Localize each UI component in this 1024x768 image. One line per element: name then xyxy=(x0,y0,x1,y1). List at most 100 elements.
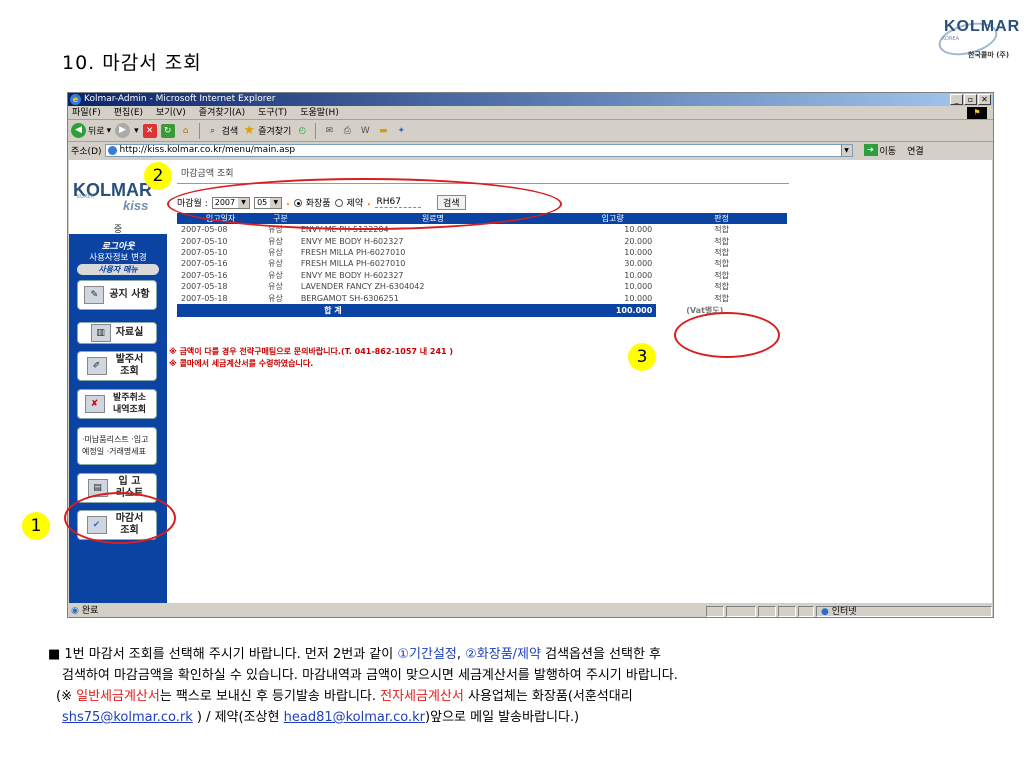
go-button[interactable]: ➔ 이동 xyxy=(863,144,896,157)
menu-favorites[interactable]: 즐겨찾기(A) xyxy=(199,106,245,119)
col-qty: 입고량 xyxy=(569,213,657,224)
cell-name: FRESH MILLA PH-6027010 xyxy=(300,247,406,257)
favorites-button[interactable]: ★ 즐겨찾기 xyxy=(242,123,291,138)
cell-type: 유상 xyxy=(268,293,283,303)
cell-type: 유상 xyxy=(268,270,283,280)
logo-korean: 한국콜마 (주) xyxy=(968,51,1010,59)
table-row: 2007-05-16 유상 FRESH MILLA PH-6027010 30.000… xyxy=(177,258,787,269)
ie-icon: e xyxy=(70,94,81,105)
cell-name: FRESH MILLA PH-6027010 xyxy=(300,259,406,269)
cell-date: 2007-05-16 xyxy=(181,270,228,280)
cell-type: 유상 xyxy=(268,247,283,257)
minimize-button[interactable]: _ xyxy=(950,94,963,105)
browser-window: e Kolmar-Admin - Microsoft Internet Expl… xyxy=(67,92,994,618)
address-label: 주소(D) xyxy=(71,146,102,157)
cell-date: 2007-05-18 xyxy=(181,293,228,303)
cell-date: 2007-05-08 xyxy=(181,225,228,235)
cell-qty: 10.000 xyxy=(624,270,653,280)
table-row: 2007-05-18 유상 LAVENDER FANCY ZH-6304042 10.… xyxy=(177,281,787,292)
window-titlebar[interactable]: e Kolmar-Admin - Microsoft Internet Expl… xyxy=(68,93,993,106)
address-dropdown-button[interactable]: ▼ xyxy=(840,144,852,156)
menu-bar: 파일(F) 편집(E) 보기(V) 즐겨찾기(A) 도구(T) 도움말(H) ⚑ xyxy=(68,106,993,120)
cell-result: 적합 xyxy=(714,270,729,280)
note-price-inquiry: ※ 금액이 다를 경우 전략구매팀으로 문의바랍니다.(T. 041-862-1… xyxy=(169,347,454,356)
close-button[interactable]: ✕ xyxy=(978,94,991,105)
stop-button[interactable]: ✕ xyxy=(142,123,157,138)
manual-button[interactable]: 사용자 매뉴 xyxy=(77,264,159,275)
cell-result: 적합 xyxy=(714,282,729,292)
sidebar-item-notice[interactable]: ✎ 공지 사항 xyxy=(77,280,157,310)
logo-sub: KOREA xyxy=(942,36,959,42)
maximize-button[interactable]: ▫ xyxy=(964,94,977,105)
total-label: 합 계 xyxy=(264,303,570,317)
menu-tools[interactable]: 도구(T) xyxy=(258,106,287,119)
search-button[interactable]: ⌕ 검색 xyxy=(206,124,238,138)
table-row: 2007-05-10 유상 FRESH MILLA PH-6027010 10.000… xyxy=(177,247,787,258)
edit-button[interactable]: W xyxy=(358,124,372,138)
home-button[interactable]: ⌂ xyxy=(179,124,193,138)
cell-type: 유상 xyxy=(268,236,283,246)
cell-qty: 30.000 xyxy=(624,259,653,269)
col-result: 판정 xyxy=(656,213,787,224)
messenger-button[interactable]: ✦ xyxy=(394,124,408,138)
annotation-number-2: 2 xyxy=(144,162,172,190)
table-row: 2007-05-10 유상 ENVY ME BODY H-602327 20.000 적… xyxy=(177,235,787,246)
closing-table: 입고일자 구분 원료명 입고량 판정 2007-05-08 유상 ENVY ME P… xyxy=(177,213,787,317)
status-zone: ● 인터넷 xyxy=(816,606,992,617)
history-button[interactable]: ◴ xyxy=(295,124,309,138)
window-title: Kolmar-Admin - Microsoft Internet Explor… xyxy=(84,94,276,104)
archive-icon: ▥ xyxy=(90,324,111,342)
user-name: 중 xyxy=(113,225,123,235)
menu-file[interactable]: 파일(F) xyxy=(72,106,101,119)
back-button[interactable]: ◀ 뒤로 ▾ xyxy=(71,123,111,138)
sidebar-item-order[interactable]: ✐ 발주서 조회 xyxy=(77,351,157,381)
cell-result: 적합 xyxy=(714,259,729,269)
forward-button[interactable]: ▶ xyxy=(115,123,131,138)
refresh-button[interactable]: ↻ xyxy=(160,123,175,138)
annotation-ellipse-menu xyxy=(64,492,176,544)
sidebar-item-archive[interactable]: ▥ 자료실 xyxy=(77,322,157,344)
menu-help[interactable]: 도움말(H) xyxy=(300,106,339,119)
caption-line-1: ■ 1번 마감서 조회를 선택해 주시기 바랍니다. 먼저 2번과 같이 ①기간… xyxy=(48,647,662,662)
note-invoice-received: ※ 콜마에서 세금계산서를 수령하였습니다. xyxy=(169,359,314,368)
sidebar-logo-sub: KOREA xyxy=(77,194,94,200)
caption-line-4: shs75@kolmar.co.rk ) / 제약(조상현 head81@kol… xyxy=(62,710,580,725)
email-link-cosmetic[interactable]: shs75@kolmar.co.rk xyxy=(62,710,193,725)
status-cell xyxy=(758,606,776,617)
links-button[interactable]: 연결 xyxy=(907,144,924,157)
email-link-pharma[interactable]: head81@kolmar.co.kr xyxy=(284,710,425,725)
cell-date: 2007-05-10 xyxy=(181,247,228,257)
total-qty: 100.000 xyxy=(569,303,657,317)
windows-logo-icon: ⚑ xyxy=(967,107,987,119)
status-text: 완료 xyxy=(81,606,99,616)
caption-line-3: (※ 일반세금계산서는 팩스로 보내신 후 등기발송 바랍니다. 전자세금계산서… xyxy=(56,689,633,704)
folder-button[interactable]: ▬ xyxy=(376,124,390,138)
sidebar-item-pending[interactable]: ·미납품리스트 ·입고 예정일 ·거래명세표 xyxy=(77,427,157,465)
caption-line-2: 검색하여 마감금액을 확인하실 수 있습니다. 마감내역과 금액이 맞으시면 세… xyxy=(62,668,678,683)
cell-name: LAVENDER FANCY ZH-6304042 xyxy=(300,282,425,292)
profile-link[interactable]: 사용자정보 변경 xyxy=(69,251,167,263)
go-arrow-icon: ➔ xyxy=(863,144,878,156)
toolbar-separator xyxy=(198,122,200,139)
cell-qty: 10.000 xyxy=(624,282,653,292)
menu-edit[interactable]: 편집(E) xyxy=(114,106,143,119)
mail-button[interactable]: ✉ xyxy=(322,124,336,138)
sidebar-item-cancel[interactable]: ✘ 발주취소 내역조회 xyxy=(77,389,157,419)
internet-globe-icon: ● xyxy=(821,607,829,617)
kolmar-logo: KOLMAR KOREA 한국콜마 (주) xyxy=(935,8,1021,68)
print-button[interactable]: ⎙ xyxy=(340,124,354,138)
toolbar-separator xyxy=(315,122,317,139)
annotation-ellipse-search xyxy=(167,178,562,230)
panel-title: 마감금액 조회 xyxy=(181,169,234,179)
address-bar: 주소(D) http://kiss.kolmar.co.kr/menu/main… xyxy=(68,142,993,158)
cell-result: 적합 xyxy=(714,236,729,246)
address-input[interactable]: http://kiss.kolmar.co.kr/menu/main.asp ▼ xyxy=(104,143,853,157)
order-icon: ✐ xyxy=(86,357,107,375)
sidebar-logo-kiss: kiss xyxy=(123,198,149,213)
logo-brand: KOLMAR xyxy=(944,18,1021,35)
cancel-icon: ✘ xyxy=(84,395,105,413)
page-icon xyxy=(107,145,117,155)
cell-type: 유상 xyxy=(268,282,283,292)
menu-view[interactable]: 보기(V) xyxy=(156,106,186,119)
search-icon: ⌕ xyxy=(210,125,216,136)
